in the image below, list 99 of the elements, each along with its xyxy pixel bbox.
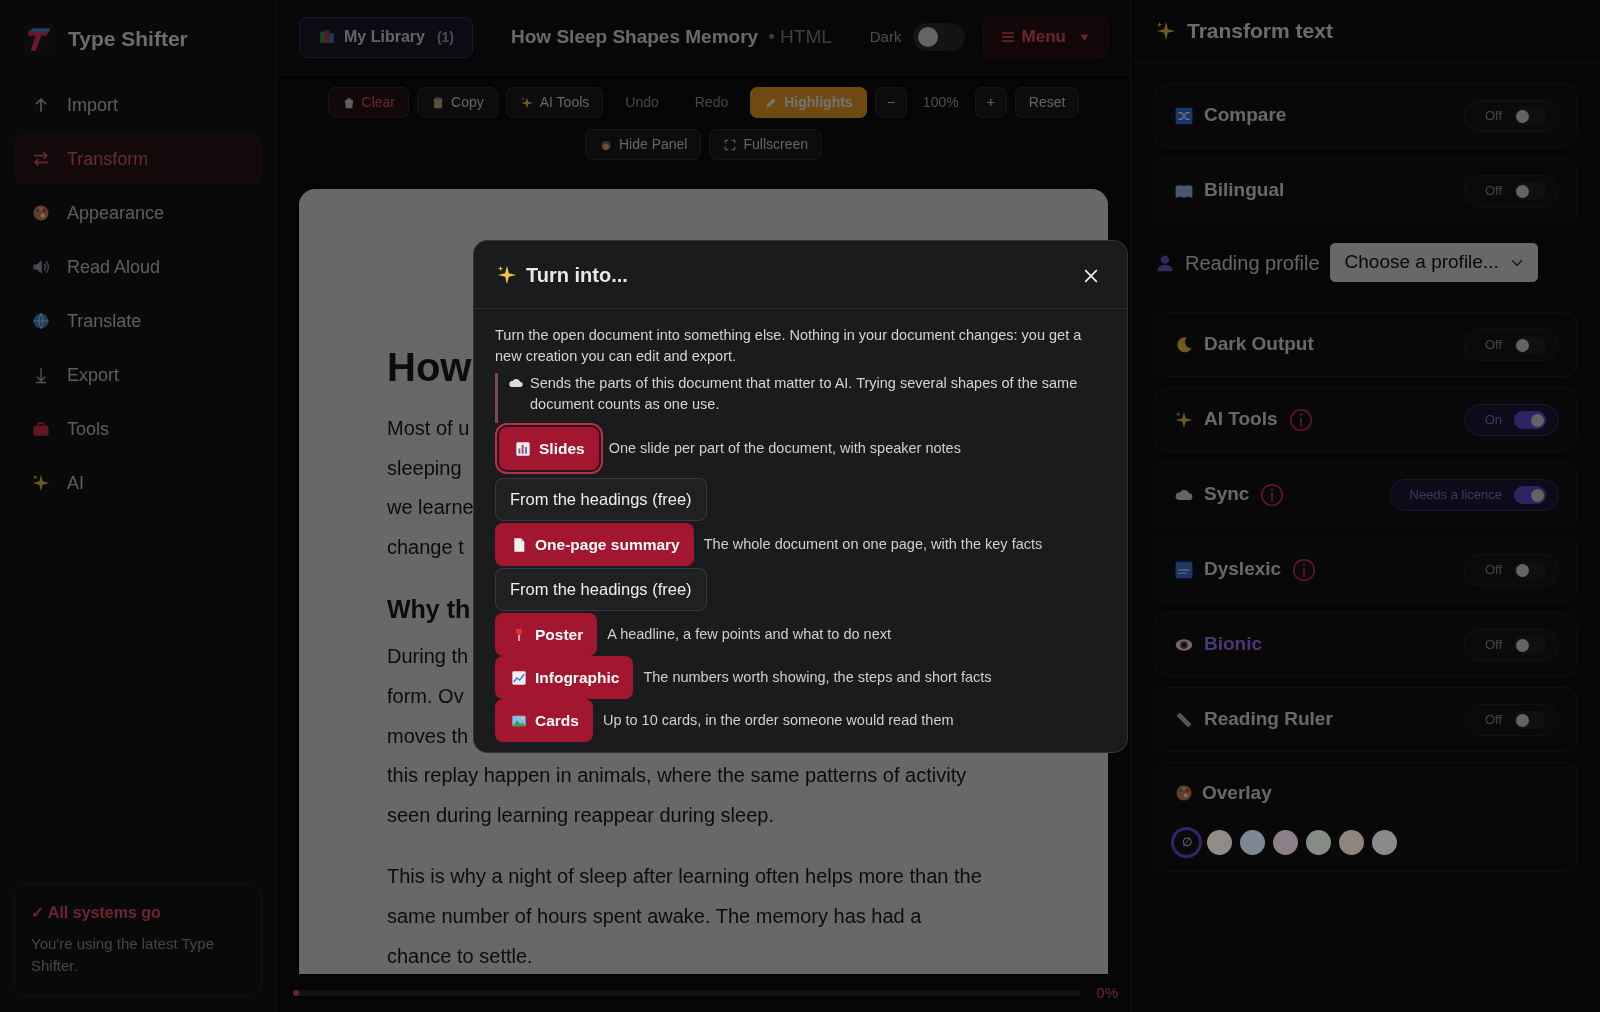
- no-overlay-swatch[interactable]: ∅: [1174, 829, 1199, 855]
- toggle-switch[interactable]: Off: [1463, 553, 1559, 586]
- toolbar-button[interactable]: AI Tools: [505, 87, 604, 118]
- document-title: How Sleep Shapes Memory: [511, 24, 759, 49]
- text-icon: [1174, 559, 1194, 580]
- app-name: Type Shifter: [68, 26, 188, 53]
- reset-button[interactable]: Reset: [1014, 87, 1080, 118]
- format-description: A headline, a few points and what to do next: [607, 624, 891, 644]
- moon-icon: [1174, 334, 1194, 355]
- document-text-line: sleeping: [387, 455, 462, 481]
- toggle-switch[interactable]: Needs a licence: [1388, 478, 1559, 511]
- dialog-title: Turn into...: [526, 263, 628, 288]
- document-text-line: form. Ov: [387, 683, 464, 709]
- zoom-in-button[interactable]: +: [974, 87, 1007, 118]
- sidebar-item[interactable]: AI: [14, 458, 262, 508]
- format-description: One slide per part of the document, with speaker notes: [608, 438, 961, 458]
- format-description: The numbers worth showing, the steps and short facts: [643, 667, 992, 687]
- line-chart-icon: [511, 669, 527, 686]
- note-text: Sends the parts of this document that matter to AI. Trying several shapes of the same document counts as one use.: [530, 374, 1079, 414]
- document-icon: [511, 536, 527, 553]
- shuffle-icon: [1174, 105, 1194, 126]
- document-text-line: we learne: [387, 495, 474, 521]
- feature-label: Bilingual: [1204, 178, 1285, 203]
- library-count: (1): [436, 27, 455, 47]
- sidebar-item[interactable]: Translate: [14, 296, 262, 346]
- feature-label: Sync: [1204, 482, 1250, 507]
- toggle-switch[interactable]: On: [1463, 403, 1559, 436]
- globe-icon: [31, 311, 51, 331]
- format-button[interactable]: One-page summary: [495, 523, 694, 566]
- feature-label: Overlay: [1202, 781, 1272, 805]
- feature-label: Reading Ruler: [1204, 707, 1333, 732]
- toggle-switch[interactable]: Off: [1463, 628, 1559, 661]
- sidebar-item[interactable]: Transform: [14, 134, 262, 184]
- document-text-line: Most of u: [387, 416, 470, 441]
- profile-select[interactable]: Choose a profile...: [1329, 243, 1538, 282]
- bar-chart-icon: [515, 440, 531, 457]
- toggle-switch[interactable]: Off: [1463, 328, 1559, 361]
- sidebar-item[interactable]: Tools: [14, 404, 262, 454]
- feature-label: AI Tools: [1204, 407, 1278, 432]
- document-heading: Why th: [387, 594, 471, 626]
- library-button[interactable]: My Library (1): [299, 16, 474, 58]
- toolbox-icon: [31, 419, 51, 439]
- panel-title: Transform text: [1187, 18, 1333, 45]
- app-logo-icon: [22, 22, 56, 56]
- palette-icon: [31, 203, 51, 223]
- dark-mode-switch[interactable]: [913, 23, 966, 51]
- color-swatch[interactable]: [1273, 829, 1298, 855]
- toolbar-button[interactable]: Copy: [417, 87, 498, 118]
- color-swatch[interactable]: [1207, 829, 1232, 855]
- pencil-icon: [764, 95, 779, 110]
- toggle-switch[interactable]: Off: [1463, 703, 1559, 736]
- toolbar-button[interactable]: Clear: [327, 87, 410, 118]
- status-text: You're using the latest Type Shifter.: [31, 934, 215, 976]
- color-swatch[interactable]: [1372, 829, 1397, 855]
- select-label: Reading profile: [1185, 250, 1320, 276]
- menu-button[interactable]: Menu: [982, 16, 1108, 58]
- format-button[interactable]: Cards: [495, 699, 593, 742]
- format-button[interactable]: Poster: [495, 613, 598, 656]
- toggle-switch[interactable]: Off: [1463, 99, 1559, 132]
- menu-icon: [999, 29, 1016, 45]
- feature-label: Compare: [1204, 103, 1287, 128]
- sparkle-icon: [519, 95, 534, 110]
- document-text-line: During th: [387, 644, 469, 670]
- document-text-line: this replay happen in animals, where the same patterns of activity: [387, 763, 967, 789]
- sidebar-item[interactable]: Appearance: [14, 188, 262, 238]
- feature-label: Dyslexic: [1204, 557, 1282, 582]
- color-swatch[interactable]: [1339, 829, 1364, 855]
- swap-arrows-icon: [31, 149, 51, 169]
- zoom-out-button[interactable]: −: [874, 87, 907, 118]
- dialog-intro: Turn the open document into something else. Nothing in your document changes: you get a new creation you can edit and export.: [495, 326, 1083, 366]
- sidebar-item[interactable]: Read Aloud: [14, 242, 262, 292]
- fullscreen-icon: [723, 137, 738, 152]
- document-text-line: seen during learning reappear during sleep.: [387, 802, 774, 828]
- toolbar-button[interactable]: Highlights: [750, 87, 867, 118]
- progress-reading: 0%: [1096, 982, 1118, 1003]
- toggle-switch[interactable]: Off: [1463, 174, 1559, 207]
- document-text-line: moves th: [387, 723, 469, 749]
- status-title: ✓ All systems go: [31, 903, 162, 923]
- document-heading: How: [387, 344, 472, 391]
- free-version-button[interactable]: From the headings (free): [495, 478, 707, 521]
- sidebar-item[interactable]: Export: [14, 350, 262, 400]
- zoom-level: 100%: [921, 93, 960, 112]
- feature-label: Bionic: [1204, 632, 1263, 657]
- format-button[interactable]: Infographic: [495, 656, 634, 699]
- document-text-line: This is why a night of sleep after learning often helps more than the: [387, 864, 982, 890]
- format-description: Up to 10 cards, in the order someone would read them: [602, 710, 954, 730]
- free-version-button[interactable]: From the headings (free): [495, 568, 707, 611]
- books-icon: [318, 28, 336, 46]
- toolbar-button[interactable]: Hide Panel: [584, 129, 702, 160]
- sidebar-item[interactable]: Import: [14, 80, 262, 130]
- document-text-line: chance to settle.: [387, 943, 533, 969]
- document-text-line: change t: [387, 534, 464, 560]
- format-description: The whole document on one page, with the key facts: [703, 534, 1043, 554]
- color-swatch[interactable]: [1306, 829, 1331, 855]
- color-swatch[interactable]: [1240, 829, 1265, 855]
- toolbar-button[interactable]: Fullscreen: [709, 129, 823, 160]
- dark-label: Dark: [869, 26, 902, 47]
- feature-label: Dark Output: [1204, 332, 1314, 357]
- document-text-line: same number of hours spent awake. The memory has had a: [387, 903, 922, 929]
